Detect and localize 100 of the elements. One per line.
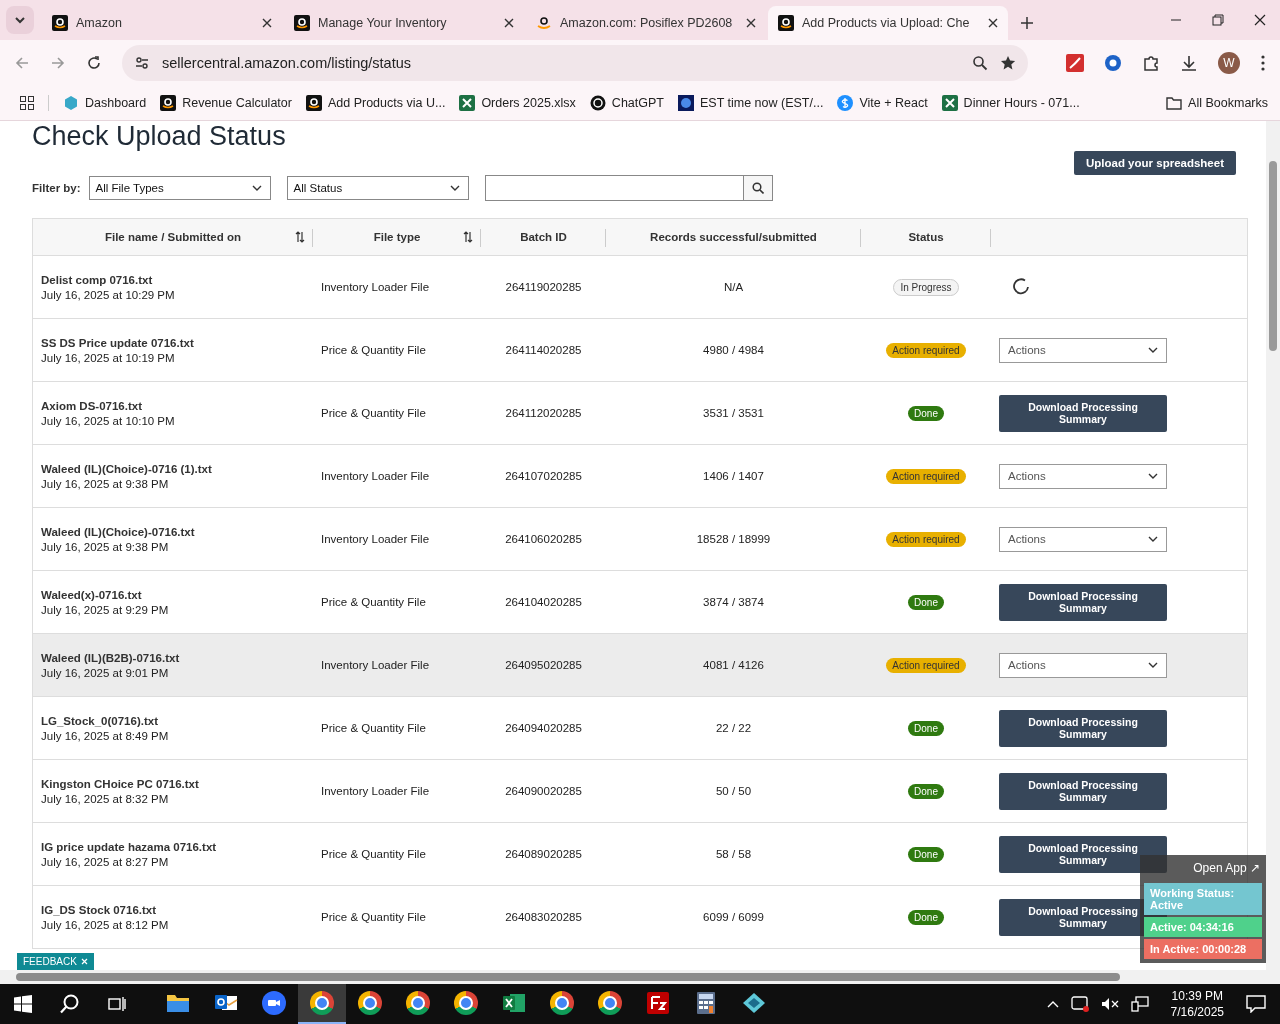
records-count: 1406 / 1407 [703, 470, 764, 482]
upload-spreadsheet-button[interactable]: Upload your spreadsheet [1073, 151, 1236, 175]
batch-id: 264083020285 [505, 911, 582, 923]
status-badge: In Progress [893, 278, 959, 296]
download-summary-button[interactable]: Download Processing Summary [999, 772, 1167, 810]
file-type: Price & Quantity File [321, 596, 426, 608]
taskbar-app[interactable] [298, 984, 346, 1024]
page-title: Check Upload Status [32, 121, 287, 151]
filter-dropdown[interactable]: All File Types [88, 176, 271, 200]
search-icon[interactable] [60, 994, 80, 1014]
sort-icon[interactable] [295, 231, 305, 243]
column-header[interactable]: Records successful/submitted [606, 219, 861, 255]
task-view-icon[interactable] [108, 996, 126, 1012]
bookmark-link[interactable]: ChatGPT [589, 95, 664, 111]
bookmark-link[interactable]: Vite + React [837, 95, 928, 111]
records-count: 6099 / 6099 [703, 911, 764, 923]
calculator-icon [697, 992, 715, 1014]
file-name: Delist comp 0716.txt [41, 273, 153, 286]
file-type: Price & Quantity File [321, 911, 426, 923]
vertical-scrollbar[interactable] [1266, 121, 1280, 970]
puzzle-icon[interactable] [1142, 54, 1160, 72]
zoom-icon[interactable] [972, 55, 988, 71]
actions-dropdown[interactable]: Actions [999, 337, 1167, 363]
tracker-status-bar: Active: 04:34:16 [1144, 917, 1262, 937]
actions-dropdown[interactable]: Actions [999, 652, 1167, 678]
chevron-down-icon [1148, 473, 1158, 479]
network-icon[interactable] [1130, 996, 1149, 1012]
bookmark-link[interactable]: Revenue Calculator [160, 95, 292, 111]
address-bar[interactable]: sellercentral.amazon.com/listing/status [122, 45, 1028, 81]
reload-icon[interactable] [86, 55, 102, 71]
ftp-app-icon [647, 992, 669, 1014]
chevron-down-icon [14, 14, 26, 26]
status-badge: Action required [886, 657, 966, 673]
file-name: Axiom DS-0716.txt [41, 399, 142, 412]
feedback-tab[interactable]: FEEDBACK [17, 953, 94, 970]
actions-dropdown[interactable]: Actions [999, 526, 1167, 552]
column-header[interactable]: Status [861, 219, 991, 255]
close-icon[interactable] [262, 18, 272, 28]
open-app-link[interactable]: Open App ↗ [1191, 859, 1262, 881]
loading-spinner-icon [1011, 277, 1031, 297]
actions-dropdown[interactable]: Actions [999, 463, 1167, 489]
all-bookmarks-link[interactable]: All Bookmarks [1166, 96, 1268, 110]
horizontal-scrollbar[interactable] [0, 970, 1280, 984]
browser-tab[interactable]: Amazon [42, 6, 282, 40]
profile-button[interactable]: W [1218, 52, 1240, 74]
back-icon[interactable] [14, 55, 30, 71]
close-icon[interactable] [504, 18, 514, 28]
more-menu-icon[interactable] [1260, 54, 1266, 72]
batch-id: 264104020285 [505, 596, 582, 608]
site-settings-icon[interactable] [134, 55, 150, 71]
close-icon[interactable] [746, 18, 756, 28]
star-icon[interactable] [1000, 55, 1016, 71]
bookmark-link[interactable]: Dinner Hours - 071... [941, 95, 1080, 111]
column-header[interactable]: File name / Submitted on [33, 219, 313, 255]
batch-id: 264119020285 [505, 281, 582, 293]
download-summary-button[interactable]: Download Processing Summary [999, 709, 1167, 747]
chevron-down-icon [1148, 347, 1158, 353]
restore-icon[interactable] [1212, 14, 1224, 26]
browser-tab[interactable]: Add Products via Upload: Che [768, 6, 1008, 40]
windows-start-icon[interactable] [14, 995, 32, 1013]
download-icon[interactable] [1180, 54, 1198, 72]
close-icon[interactable] [988, 18, 998, 28]
apps-grid-icon[interactable] [20, 96, 34, 110]
extension-icon[interactable] [1104, 54, 1122, 72]
filter-dropdown[interactable]: All Status [286, 176, 469, 200]
chevron-down-icon [449, 185, 460, 191]
new-tab-icon[interactable] [1020, 16, 1034, 30]
forward-icon[interactable] [50, 55, 66, 71]
download-summary-button[interactable]: Download Processing Summary [999, 394, 1167, 432]
bookmark-link[interactable]: Dashboard [63, 95, 147, 111]
submitted-date: July 16, 2025 at 9:38 PM [41, 477, 169, 490]
close-icon[interactable] [1254, 14, 1266, 26]
chevron-down-icon [1148, 536, 1158, 542]
tab-list-button[interactable] [6, 6, 34, 34]
browser-tab[interactable]: Amazon.com: Posiflex PD2608 [526, 6, 766, 40]
bookmark-link[interactable]: Orders 2025.xlsx [459, 95, 576, 111]
records-count: 3531 / 3531 [703, 407, 764, 419]
bookmark-link[interactable]: Add Products via U... [305, 95, 446, 111]
notification-icon[interactable] [1246, 995, 1266, 1013]
batch-id: 264114020285 [505, 344, 582, 356]
speaker-muted-icon[interactable] [1100, 997, 1119, 1011]
taskbar-clock[interactable]: 10:39 PM 7/16/2025 [1170, 988, 1224, 1020]
column-header[interactable]: Batch ID [481, 219, 606, 255]
download-summary-button[interactable]: Download Processing Summary [999, 583, 1167, 621]
chevron-up-icon[interactable] [1046, 1000, 1059, 1008]
batch-id: 264095020285 [505, 659, 582, 671]
search-icon[interactable] [751, 182, 764, 194]
amazon-icon [305, 95, 322, 111]
batch-id: 264112020285 [505, 407, 582, 419]
pdf-extension-icon[interactable] [1066, 54, 1084, 72]
file-type: Price & Quantity File [321, 344, 426, 356]
download-summary-button[interactable]: Download Processing Summary [999, 835, 1167, 873]
sort-icon[interactable] [463, 231, 473, 243]
browser-tab[interactable]: Manage Your Inventory [284, 6, 524, 40]
browser-icon [598, 991, 622, 1015]
bookmark-link[interactable]: EST time now (EST/... [677, 95, 824, 111]
search-field[interactable] [484, 175, 773, 201]
file-name: LG_Stock_0(0716).txt [41, 714, 158, 727]
tracker-status-bar: Working Status: Active [1144, 883, 1262, 915]
column-header[interactable]: File type [313, 219, 481, 255]
